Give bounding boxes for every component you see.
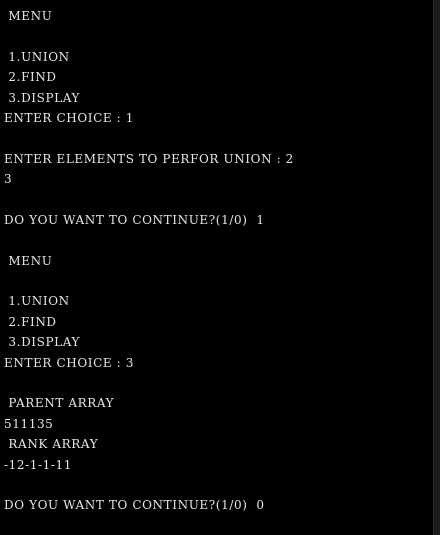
continue-prompt: DO YOU WANT TO CONTINUE?(1/0) 1	[4, 212, 265, 227]
menu-option-find: 2.FIND	[4, 70, 57, 85]
union-input: 3	[4, 172, 13, 187]
rank-array-values: -12-1-1-11	[4, 457, 73, 472]
union-prompt: ENTER ELEMENTS TO PERFOR UNION : 2	[4, 151, 294, 166]
choice-prompt: ENTER CHOICE : 3	[4, 355, 134, 370]
menu-title: MENU	[4, 253, 53, 268]
vertical-scrollbar[interactable]	[433, 0, 440, 535]
menu-option-union: 1.UNION	[4, 49, 70, 64]
continue-prompt: DO YOU WANT TO CONTINUE?(1/0) 0	[4, 498, 265, 513]
rank-array-label: RANK ARRAY	[4, 437, 99, 452]
parent-array-values: 511135	[4, 416, 54, 431]
menu-option-display: 3.DISPLAY	[4, 335, 80, 350]
choice-prompt: ENTER CHOICE : 1	[4, 110, 134, 125]
console-output[interactable]: MENU 1.UNION 2.FIND 3.DISPLAY ENTER CHOI…	[0, 0, 433, 535]
menu-title: MENU	[4, 9, 53, 23]
parent-array-label: PARENT ARRAY	[4, 396, 115, 411]
menu-option-find: 2.FIND	[4, 314, 57, 329]
menu-option-union: 1.UNION	[4, 294, 70, 309]
menu-option-display: 3.DISPLAY	[4, 90, 80, 105]
